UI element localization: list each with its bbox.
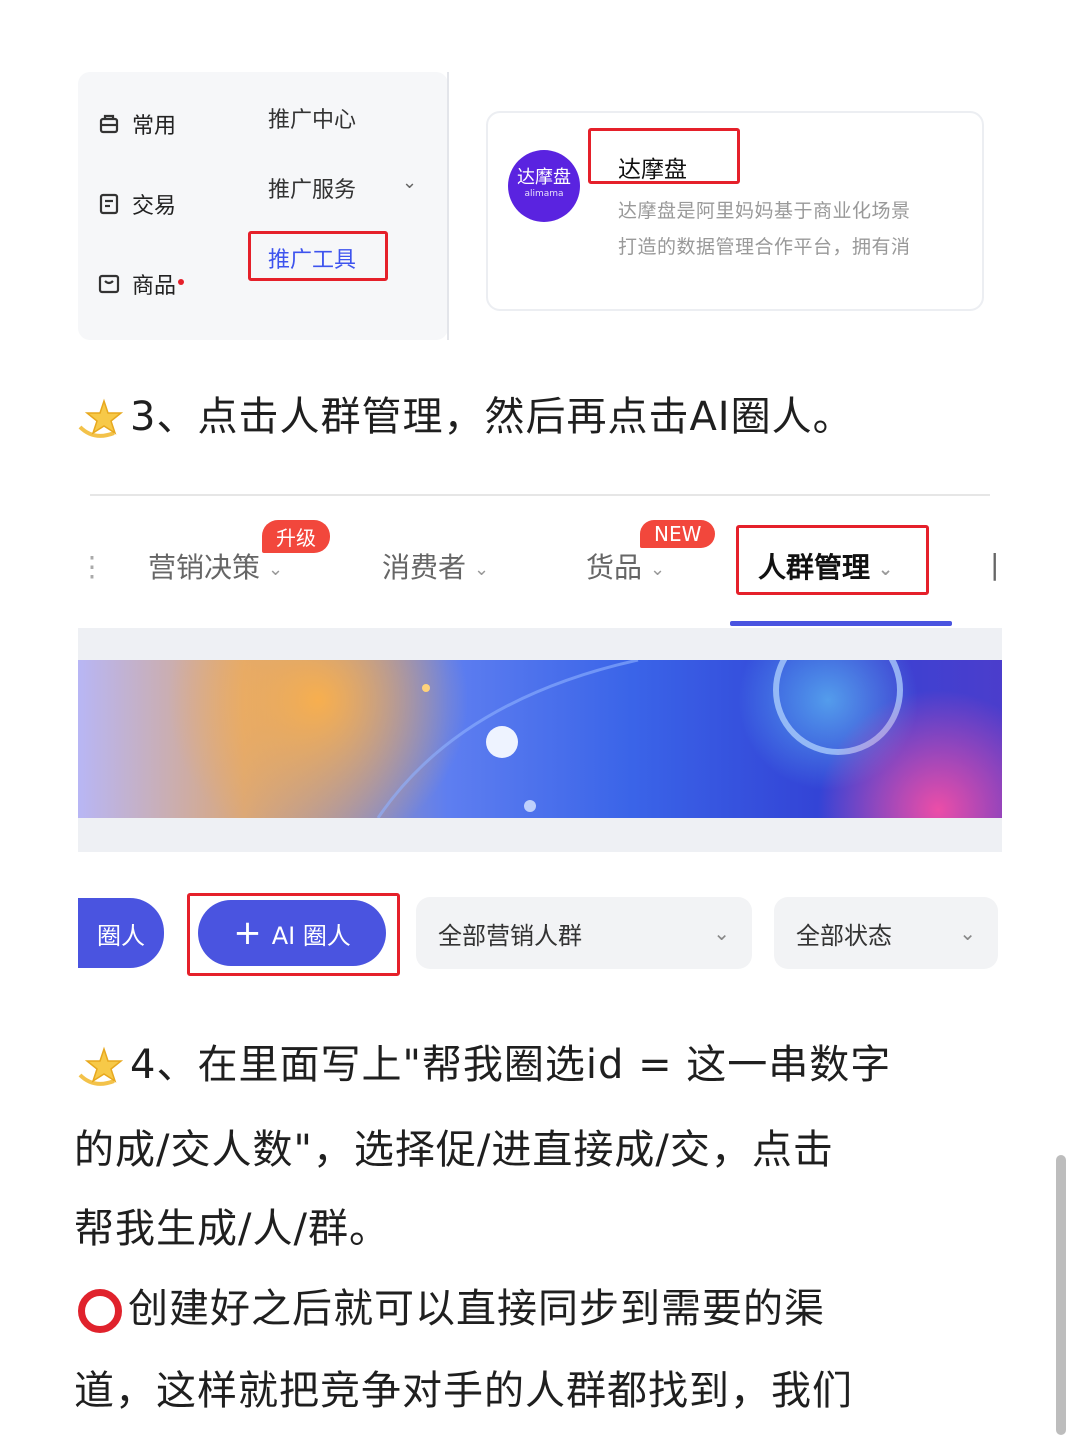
- new-badge: NEW: [640, 520, 716, 548]
- partial-audience-button[interactable]: 圈人: [78, 898, 164, 968]
- step4-line1: 4、在里面写上"帮我圈选id = 这一串数字: [74, 1032, 891, 1093]
- note-line2: 道，这样就把竞争对手的人群都找到，我们: [74, 1368, 853, 1414]
- menu-item-trade[interactable]: 交易: [98, 188, 176, 220]
- bookmark-icon: [98, 113, 120, 135]
- notification-dot: [178, 279, 185, 285]
- partial-tab-left: ⋮: [78, 550, 106, 583]
- chevron-down-icon: ⌄: [650, 558, 666, 580]
- submenu-promo-service[interactable]: 推广服务: [268, 172, 356, 204]
- dizzy-star-icon: [74, 1041, 126, 1093]
- menu-item-label: 交易: [132, 194, 177, 219]
- chevron-down-icon[interactable]: ⌄: [402, 172, 417, 193]
- upgrade-badge: 升级: [262, 520, 330, 553]
- active-tab-underline: [730, 621, 952, 626]
- tab-consumer[interactable]: 消费者 ⌄: [382, 546, 489, 586]
- scrollbar[interactable]: [1056, 1155, 1066, 1435]
- menu-item-product[interactable]: 商品: [98, 268, 185, 300]
- banner-image: [78, 660, 1002, 818]
- highlight-box: [736, 525, 929, 595]
- highlight-box: [588, 128, 740, 184]
- highlight-box: [187, 893, 400, 976]
- damopan-logo: 达摩盘 alimama: [508, 150, 580, 222]
- chevron-down-icon: ⌄: [474, 558, 490, 580]
- chevron-down-icon: ⌄: [959, 921, 976, 945]
- card-desc-line1: 达摩盘是阿里妈妈基于商业化场景: [618, 200, 911, 222]
- submenu-promo-center[interactable]: 推广中心: [268, 102, 356, 134]
- red-circle-icon: [78, 1289, 122, 1333]
- audience-type-select[interactable]: 全部营销人群 ⌄: [416, 897, 752, 969]
- step4-line2: 的成/交人数"，选择促/进直接成/交，点击: [74, 1127, 834, 1173]
- highlight-box: [248, 231, 388, 281]
- dizzy-star-icon: [74, 393, 126, 445]
- card-desc-line2: 打造的数据管理合作平台，拥有消: [618, 236, 911, 258]
- menu-item-label: 常用: [132, 114, 177, 139]
- menu-divider: [447, 72, 449, 340]
- step4-line3: 帮我生成/人/群。: [74, 1206, 390, 1252]
- menu-item-common[interactable]: 常用: [98, 108, 176, 140]
- divider: [90, 494, 990, 496]
- status-select[interactable]: 全部状态 ⌄: [774, 897, 998, 969]
- document-icon: [98, 193, 120, 215]
- menu-item-label: 商品: [132, 274, 177, 299]
- partial-tab-right: |: [990, 548, 1000, 581]
- note-line1: 创建好之后就可以直接同步到需要的渠: [74, 1276, 825, 1334]
- chevron-down-icon: ⌄: [713, 921, 730, 945]
- box-icon: [98, 273, 120, 295]
- tab-goods[interactable]: 货品 ⌄: [586, 546, 665, 586]
- chevron-down-icon: ⌄: [268, 558, 284, 580]
- step3-text: 3、点击人群管理，然后再点击AI圈人。: [74, 384, 854, 445]
